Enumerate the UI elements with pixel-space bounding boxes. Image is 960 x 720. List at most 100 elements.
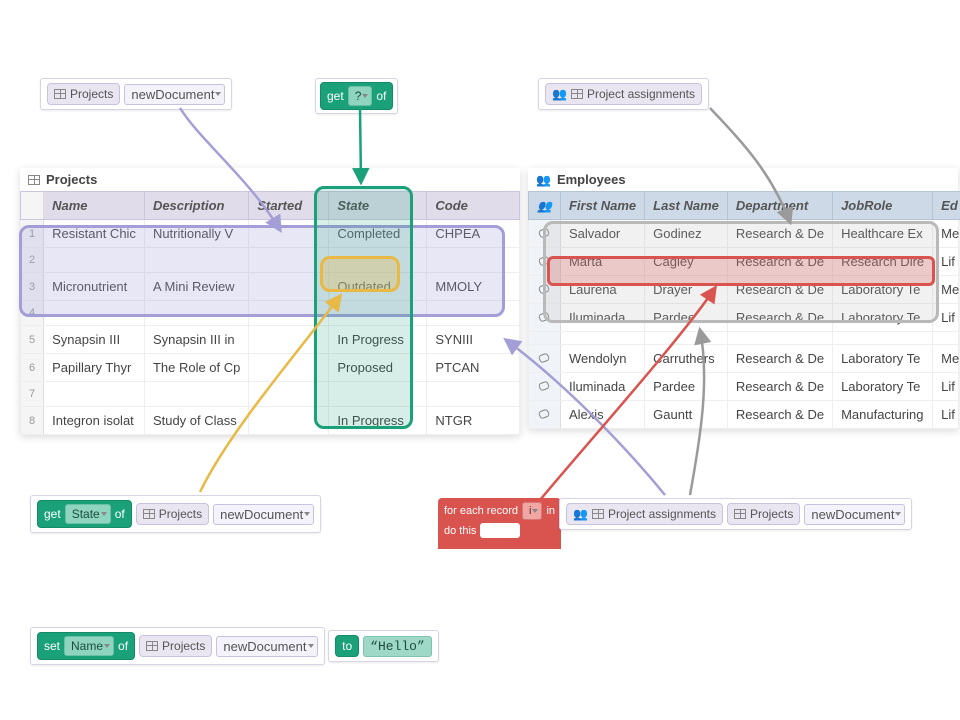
newdocument-dropdown[interactable]: newDocument [804,504,905,525]
cell-firstname[interactable]: Salvador [560,220,644,248]
table-row[interactable]: 3MicronutrientA Mini ReviewOutdatedMMOLY [21,273,520,301]
cell-ed[interactable]: Lif [933,401,960,429]
cell-jobrole[interactable] [833,332,933,345]
cell-department[interactable]: Research & De [727,220,832,248]
col-department[interactable]: Department [727,192,832,220]
empty-slot[interactable] [480,523,520,538]
cell-department[interactable]: Research & De [727,248,832,276]
cell-jobrole[interactable]: Laboratory Te [833,276,933,304]
cell-firstname[interactable]: Iluminada [560,373,644,401]
col-state[interactable]: State [329,192,427,220]
cell-started[interactable] [249,248,329,273]
table-row[interactable] [529,332,960,345]
string-literal[interactable]: “Hello” [363,636,432,657]
table-row[interactable]: 2 [21,248,520,273]
cell-description[interactable] [144,382,248,407]
cell-jobrole[interactable]: Research Dire [833,248,933,276]
name-dropdown[interactable]: Name [64,636,114,656]
cell-lastname[interactable]: Gauntt [645,401,728,429]
table-row[interactable]: 6Papillary ThyrThe Role of CpProposedPTC… [21,354,520,382]
col-ed[interactable]: Ed [933,192,960,220]
cell-name[interactable]: Papillary Thyr [44,354,145,382]
table-row[interactable]: 5Synapsin IIISynapsin III inIn ProgressS… [21,326,520,354]
cell-firstname[interactable]: Wendolyn [560,345,644,373]
cell-name[interactable] [44,382,145,407]
cell-state[interactable]: Proposed [329,354,427,382]
cell-firstname[interactable]: Iluminada [560,304,644,332]
cell-started[interactable] [249,220,329,248]
cell-lastname[interactable]: Carruthers [645,345,728,373]
newdocument-dropdown[interactable]: newDocument [124,84,225,105]
cell-lastname[interactable]: Drayer [645,276,728,304]
table-row[interactable]: SalvadorGodinezResearch & DeHealthcare E… [529,220,960,248]
state-dropdown[interactable]: State [65,504,111,524]
col-name[interactable]: Name [44,192,145,220]
cell-ed[interactable]: Me [933,220,960,248]
cell-description[interactable]: The Role of Cp [144,354,248,382]
cell-name[interactable]: Integron isolat [44,407,145,435]
col-firstname[interactable]: First Name [560,192,644,220]
block-project-assignments[interactable]: 👥 Project assignments [538,78,709,110]
cell-name[interactable]: Synapsin III [44,326,145,354]
cell-jobrole[interactable]: Laboratory Te [833,373,933,401]
cell-ed[interactable]: Lif [933,373,960,401]
cell-name[interactable] [44,248,145,273]
cell-code[interactable] [427,248,520,273]
foreach-var-dropdown[interactable]: i [522,502,542,520]
cell-description[interactable]: Study of Class [144,407,248,435]
cell-jobrole[interactable]: Manufacturing [833,401,933,429]
cell-started[interactable] [249,326,329,354]
cell-name[interactable]: Resistant Chic [44,220,145,248]
cell-department[interactable]: Research & De [727,373,832,401]
cell-department[interactable]: Research & De [727,345,832,373]
table-row[interactable]: WendolynCarruthersResearch & DeLaborator… [529,345,960,373]
cell-description[interactable]: Nutritionally V [144,220,248,248]
cell-lastname[interactable] [645,332,728,345]
cell-ed[interactable]: Lif [933,304,960,332]
col-started[interactable]: Started [249,192,329,220]
cell-ed[interactable]: Me [933,345,960,373]
table-row[interactable]: LaurenaDrayerResearch & DeLaboratory TeM… [529,276,960,304]
cell-ed[interactable] [933,332,960,345]
newdocument-dropdown[interactable]: newDocument [216,636,317,657]
cell-started[interactable] [249,407,329,435]
cell-code[interactable]: NTGR [427,407,520,435]
cell-started[interactable] [249,382,329,407]
cell-jobrole[interactable]: Laboratory Te [833,304,933,332]
cell-firstname[interactable]: Marta [560,248,644,276]
table-row[interactable]: 7 [21,382,520,407]
cell-state[interactable] [329,248,427,273]
block-foreach[interactable]: for each record i in do this [438,498,561,549]
cell-description[interactable]: Synapsin III in [144,326,248,354]
cell-lastname[interactable]: Cagley [645,248,728,276]
cell-code[interactable] [427,301,520,326]
cell-jobrole[interactable]: Healthcare Ex [833,220,933,248]
cell-department[interactable]: Research & De [727,304,832,332]
table-row[interactable]: 8Integron isolatStudy of ClassIn Progres… [21,407,520,435]
cell-state[interactable]: Completed [329,220,427,248]
cell-department[interactable]: Research & De [727,401,832,429]
cell-lastname[interactable]: Pardee [645,304,728,332]
cell-code[interactable]: MMOLY [427,273,520,301]
table-row[interactable]: IluminadaPardeeResearch & DeLaboratory T… [529,373,960,401]
col-jobrole[interactable]: JobRole [833,192,933,220]
cell-description[interactable]: A Mini Review [144,273,248,301]
cell-firstname[interactable]: Alexis [560,401,644,429]
cell-state[interactable]: In Progress [329,326,427,354]
cell-started[interactable] [249,273,329,301]
col-description[interactable]: Description [144,192,248,220]
col-lastname[interactable]: Last Name [645,192,728,220]
cell-name[interactable]: Micronutrient [44,273,145,301]
cell-lastname[interactable]: Pardee [645,373,728,401]
cell-description[interactable] [144,248,248,273]
block-get-state[interactable]: get State of Projects newDocument [30,495,321,533]
cell-state[interactable]: In Progress [329,407,427,435]
block-foreach-group[interactable]: for each record i in do this 👥Project as… [438,498,912,549]
cell-description[interactable] [144,301,248,326]
cell-ed[interactable]: Me [933,276,960,304]
block-foreach-args[interactable]: 👥Project assignments Projects newDocumen… [559,498,912,530]
cell-started[interactable] [249,354,329,382]
table-row[interactable]: 1Resistant ChicNutritionally VCompletedC… [21,220,520,248]
block-set-name[interactable]: set Name of Projects newDocument to “Hel… [30,627,439,665]
cell-state[interactable]: Outdated [329,273,427,301]
